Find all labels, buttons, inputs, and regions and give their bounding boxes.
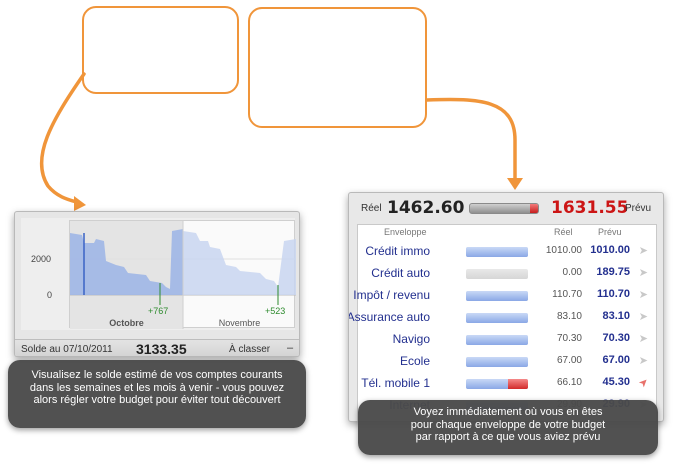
chart-marker-label: +767 bbox=[148, 306, 169, 316]
envelope-prevu-value[interactable]: 1010.00 bbox=[590, 244, 630, 256]
envelope-prevu-value[interactable]: 67.00 bbox=[602, 354, 630, 366]
prevu-total: 1631.55 bbox=[551, 198, 629, 218]
arrow-right-icon[interactable]: ➤ bbox=[639, 354, 648, 367]
tooltip-line: pour chaque enveloppe de votre budget bbox=[410, 418, 606, 431]
month-label-novembre[interactable]: Novembre bbox=[183, 318, 296, 328]
callout-arrow-left bbox=[39, 72, 86, 205]
envelope-progress-fill bbox=[466, 291, 528, 301]
envelope-reel-value: 110.70 bbox=[552, 289, 582, 300]
balance-date-label: Solde au 07/10/2011 bbox=[21, 344, 113, 355]
envelope-progress-fill bbox=[466, 247, 528, 257]
envelope-reel-value: 70.30 bbox=[556, 333, 582, 344]
reel-total: 1462.60 bbox=[387, 198, 465, 218]
tooltip-line: Visualisez le solde estimé de vos compte… bbox=[31, 369, 283, 381]
callout-arrowhead-left bbox=[74, 196, 86, 211]
envelope-prevu-value[interactable]: 70.30 bbox=[602, 332, 630, 344]
table-row[interactable]: Crédit immo 1010.00 1010.00 ➤ bbox=[358, 240, 656, 262]
arrow-right-icon[interactable]: ➤ bbox=[639, 310, 648, 323]
envelope-reel-value: 0.00 bbox=[562, 267, 582, 278]
tooltip-line: alors régler votre budget pour éviter to… bbox=[33, 394, 281, 406]
reel-label: Réel bbox=[361, 203, 382, 214]
envelope-prevu-value[interactable]: 189.75 bbox=[596, 266, 630, 278]
envelope-prevu-value[interactable]: 45.30 bbox=[602, 376, 630, 388]
envelope-progress-bar bbox=[466, 313, 528, 323]
envelope-name[interactable]: Tél. mobile 1 bbox=[361, 376, 430, 390]
arrow-right-icon[interactable]: ➤ bbox=[639, 288, 648, 301]
header-enveloppe: Enveloppe bbox=[384, 227, 427, 237]
envelope-progress-bar bbox=[466, 335, 528, 345]
header-reel: Réel bbox=[554, 227, 573, 237]
callout-box-right bbox=[248, 7, 427, 128]
envelope-prevu-value[interactable]: 83.10 bbox=[602, 310, 630, 322]
envelope-progress-bar bbox=[466, 357, 528, 367]
envelope-reel-value: 1010.00 bbox=[545, 245, 582, 256]
envelopes-panel: Réel 1462.60 1631.55 Prévu Enveloppe Rée… bbox=[348, 192, 664, 422]
table-header: Enveloppe Réel Prévu bbox=[358, 225, 656, 239]
arrow-right-icon[interactable]: ➤ bbox=[639, 266, 648, 279]
callout-arrow-right bbox=[425, 97, 517, 180]
forecast-tooltip: Visualisez le solde estimé de vos compte… bbox=[8, 360, 306, 428]
envelopes-table: Enveloppe Réel Prévu Crédit immo 1010.00 1… bbox=[349, 224, 657, 421]
envelope-progress-fill bbox=[466, 335, 528, 345]
collapse-minus-icon[interactable]: – bbox=[287, 342, 293, 354]
envelope-name[interactable]: Crédit immo bbox=[365, 244, 430, 258]
table-row[interactable]: Navigo 70.30 70.30 ➤ bbox=[358, 328, 656, 350]
y-tick-0: 0 bbox=[47, 290, 53, 300]
chart-plot-area[interactable]: +767 +523 Octobre Novembre bbox=[69, 220, 296, 329]
envelope-reel-value: 66.10 bbox=[556, 377, 582, 388]
envelope-name[interactable]: Navigo bbox=[393, 332, 430, 346]
envelope-overrun-fill bbox=[508, 379, 528, 389]
envelope-name[interactable]: Crédit auto bbox=[371, 266, 430, 280]
budget-summary: Réel 1462.60 1631.55 Prévu bbox=[349, 193, 663, 223]
envelope-progress-fill bbox=[466, 313, 528, 323]
arrow-right-icon[interactable]: ➤ bbox=[639, 332, 648, 345]
prevu-label: Prévu bbox=[625, 203, 652, 214]
tooltip-line: par rapport à ce que vous aviez prévu bbox=[415, 431, 601, 443]
alert-arrow-icon[interactable]: ➤ bbox=[636, 375, 651, 390]
envelope-name[interactable]: Impôt / revenu bbox=[353, 288, 430, 302]
table-row[interactable]: Impôt / revenu 110.70 110.70 ➤ bbox=[353, 284, 656, 306]
envelopes-tooltip: Voyez immédiatement où vous en êtes pour… bbox=[358, 400, 658, 455]
table-row[interactable]: Assurance auto 83.10 83.10 ➤ bbox=[349, 306, 656, 328]
month-label-octobre[interactable]: Octobre bbox=[70, 318, 183, 328]
header-prevu: Prévu bbox=[598, 227, 622, 237]
envelope-name[interactable]: Ecole bbox=[400, 354, 430, 368]
callout-box-left bbox=[82, 6, 239, 94]
table-row[interactable]: Ecole 67.00 67.00 ➤ bbox=[358, 350, 656, 372]
table-row[interactable]: Crédit auto 0.00 189.75 ➤ bbox=[358, 262, 656, 284]
table-row[interactable]: Tél. mobile 1 66.10 45.30 ➤ bbox=[358, 372, 656, 394]
envelope-progress-bar bbox=[466, 379, 528, 389]
summary-progress-bar bbox=[469, 203, 539, 214]
callout-arrowhead-right bbox=[507, 178, 523, 190]
tooltip-line: dans les semaines et les mois à venir - … bbox=[29, 381, 285, 394]
tooltip-line: Voyez immédiatement où vous en êtes bbox=[413, 406, 603, 418]
envelope-reel-value: 83.10 bbox=[556, 311, 582, 322]
a-classer-link[interactable]: À classer bbox=[229, 344, 270, 355]
balance-curve bbox=[70, 221, 296, 329]
forecast-panel: 2000 0 +767 +523 Octobre Novembre Solde … bbox=[14, 211, 300, 357]
envelope-prevu-value[interactable]: 110.70 bbox=[597, 288, 630, 300]
balance-status-bar: Solde au 07/10/2011 3133.35 À classer – bbox=[15, 339, 299, 357]
envelope-progress-bar bbox=[466, 269, 528, 279]
arrow-right-icon[interactable]: ➤ bbox=[639, 244, 648, 257]
envelope-progress-bar bbox=[466, 247, 528, 257]
envelope-progress-bar bbox=[466, 291, 528, 301]
balance-value: 3133.35 bbox=[136, 341, 187, 357]
envelope-reel-value: 67.00 bbox=[556, 355, 582, 366]
chart-marker-label: +523 bbox=[265, 306, 286, 316]
y-tick-2000: 2000 bbox=[31, 254, 52, 264]
envelope-name[interactable]: Assurance auto bbox=[349, 310, 430, 324]
envelope-progress-fill bbox=[466, 357, 528, 367]
forecast-chart: 2000 0 +767 +523 Octobre Novembre bbox=[21, 218, 296, 330]
